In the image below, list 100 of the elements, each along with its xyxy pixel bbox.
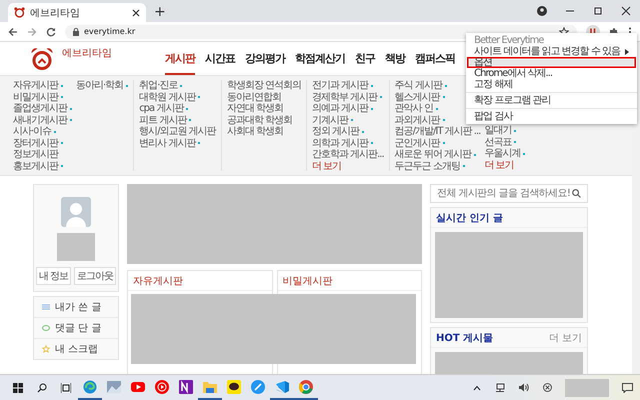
more-link[interactable]: 더 보기 bbox=[484, 160, 526, 171]
board-link[interactable]: 일대기 bbox=[484, 125, 512, 136]
reload-icon[interactable] bbox=[46, 26, 56, 36]
profile-button[interactable]: 로그아웃 bbox=[74, 267, 116, 285]
photo-icon bbox=[107, 380, 121, 392]
board-link[interactable]: 두근두근 소개팅 bbox=[394, 160, 460, 172]
task-view-icon[interactable] bbox=[61, 382, 71, 392]
board-link[interactable]: 관악사 인 bbox=[394, 103, 433, 114]
board-link[interactable]: 공과대학 학생회 bbox=[226, 114, 292, 126]
speaker-icon[interactable] bbox=[519, 383, 529, 392]
board-link[interactable]: 동아리·학회 bbox=[76, 80, 124, 92]
logo-text[interactable]: 에브리타임 bbox=[62, 46, 112, 60]
network-icon[interactable] bbox=[495, 383, 505, 392]
board-link[interactable]: 피트 게시판 bbox=[139, 114, 186, 126]
board-link[interactable]: 전기과 게시판 bbox=[312, 80, 368, 92]
board-link[interactable]: 새로운 뛰어 게시판 bbox=[394, 149, 472, 160]
notification-icon[interactable] bbox=[622, 382, 633, 392]
board-link[interactable]: 변리사 게시판 bbox=[139, 138, 196, 149]
board-link[interactable]: 장터게시판 bbox=[13, 138, 58, 149]
back-arrow-icon[interactable] bbox=[8, 26, 18, 36]
board-link[interactable]: 의학과 게시판 bbox=[312, 138, 368, 149]
play-circle-icon bbox=[155, 380, 169, 394]
board-link[interactable]: 대학원 게시판 bbox=[139, 92, 196, 103]
board-link[interactable]: 컴공/개발/IT 게시판 ... bbox=[394, 126, 480, 138]
new-tab-button[interactable]: + bbox=[146, 5, 174, 19]
board-link[interactable]: 기계시판 bbox=[312, 114, 348, 126]
redacted-block bbox=[565, 378, 609, 396]
menu-item[interactable]: 옵션 bbox=[467, 57, 636, 68]
tab-title: 에브리타임 bbox=[30, 6, 81, 20]
board-link[interactable]: 간호학과 게시판... bbox=[312, 149, 384, 160]
board-link[interactable]: 행시/외교원 게시판 bbox=[139, 126, 216, 138]
nav-tab[interactable]: 캠퍼스픽 bbox=[415, 42, 455, 75]
notebook-icon bbox=[179, 380, 193, 394]
url-text: everytime.kr bbox=[84, 27, 136, 36]
list-icon bbox=[42, 304, 50, 310]
nav-tab[interactable]: 학점계산기 bbox=[295, 42, 345, 75]
alarm-clock-icon[interactable] bbox=[30, 47, 54, 71]
play-icon bbox=[131, 382, 145, 392]
folder-icon bbox=[203, 380, 217, 392]
chat-bubble-icon bbox=[227, 380, 241, 394]
submenu-arrow-icon bbox=[625, 48, 629, 54]
board-link[interactable]: 학생회장 연석회의 bbox=[226, 80, 301, 92]
search-icon[interactable] bbox=[37, 382, 47, 392]
board-link[interactable]: 동아리연합회 bbox=[226, 92, 281, 103]
nav-tab[interactable]: 강의평가 bbox=[245, 42, 285, 75]
more-link[interactable]: 더 보기 bbox=[548, 330, 582, 344]
nav-tab[interactable]: 시간표 bbox=[205, 42, 235, 75]
alarm-clock-icon bbox=[14, 7, 25, 18]
nav-tab[interactable]: 책방 bbox=[385, 42, 405, 75]
board-link[interactable]: 졸업생게시판 bbox=[13, 103, 67, 114]
menu-item[interactable]: 사이트 데이터를 읽고 변경할 수 있음 bbox=[467, 46, 636, 57]
board-link[interactable]: 경제학부 게시판 bbox=[312, 92, 378, 103]
board-link[interactable]: 주식 게시판 bbox=[394, 80, 442, 92]
board-link[interactable]: 자유게시판 bbox=[13, 80, 58, 92]
more-link[interactable]: 더 보기 bbox=[312, 160, 384, 172]
menu-item[interactable]: 내 스크랩 bbox=[34, 338, 118, 359]
card-title: 실시간 인기 글 bbox=[436, 212, 503, 224]
board-link[interactable]: 우울시계 bbox=[484, 148, 520, 160]
windows-logo-icon[interactable] bbox=[13, 382, 23, 392]
swirl-icon bbox=[83, 380, 97, 394]
profile-icon[interactable] bbox=[537, 6, 547, 16]
menu-item[interactable]: 댓글 단 글 bbox=[34, 317, 118, 338]
menu-item[interactable]: 내가 쓴 글 bbox=[34, 297, 118, 317]
chevron-up-icon[interactable] bbox=[473, 384, 481, 390]
board-link[interactable]: 자연대 학생회 bbox=[226, 103, 283, 114]
search-icon[interactable] bbox=[572, 189, 581, 198]
board-link[interactable]: 사회대 학생회 bbox=[226, 126, 283, 138]
menu-item[interactable]: Chrome에서 삭제... bbox=[467, 68, 636, 79]
redacted-block bbox=[57, 233, 95, 261]
card-title: HOT 게시물 bbox=[436, 332, 494, 344]
menu-item[interactable]: 확장 프로그램 관리 bbox=[467, 95, 636, 106]
board-link[interactable]: 정외 게시판 bbox=[312, 126, 360, 138]
circle-x-icon[interactable] bbox=[543, 383, 552, 392]
profile-button[interactable]: 내 정보 bbox=[36, 267, 72, 285]
board-title[interactable]: 비밀게시판 bbox=[282, 274, 332, 288]
close-icon[interactable] bbox=[132, 8, 140, 16]
maximize-icon[interactable] bbox=[593, 6, 603, 16]
avatar-icon bbox=[61, 197, 91, 227]
board-link[interactable]: 의예과 게시판 bbox=[312, 103, 368, 114]
board-link[interactable]: 비밀게시판 bbox=[13, 92, 58, 103]
nav-tab[interactable]: 친구 bbox=[355, 42, 375, 75]
speech-bubble-icon bbox=[42, 324, 50, 332]
browser-tab[interactable]: 에브리타임 bbox=[8, 3, 146, 22]
board-link[interactable]: 헬스게시판 bbox=[394, 92, 440, 103]
menu-item[interactable]: 고정 해제 bbox=[467, 79, 636, 90]
board-link[interactable]: 과외게시판 bbox=[394, 114, 440, 126]
lock-icon bbox=[73, 28, 79, 36]
search-field[interactable]: 전체 게시판의 글을 검색하세요! bbox=[430, 184, 588, 203]
board-title[interactable]: 자유게시판 bbox=[133, 274, 183, 288]
board-link[interactable]: 홍보게시판 bbox=[13, 160, 58, 172]
board-link[interactable]: 선곡표 bbox=[484, 136, 512, 148]
menu-item[interactable]: 팝업 검사 bbox=[467, 111, 636, 122]
board-link[interactable]: 정보게시판 bbox=[13, 149, 58, 160]
close-icon[interactable] bbox=[621, 6, 631, 16]
board-link[interactable]: 군인게시판 bbox=[394, 138, 440, 149]
board-link[interactable]: 시사·이슈 bbox=[13, 126, 52, 138]
circle-logo-icon bbox=[299, 380, 313, 394]
board-link[interactable]: 새내기게시판 bbox=[13, 114, 67, 126]
board-link[interactable]: 취업·진로 bbox=[139, 80, 178, 92]
board-link[interactable]: cpa 게시판 bbox=[139, 103, 184, 114]
